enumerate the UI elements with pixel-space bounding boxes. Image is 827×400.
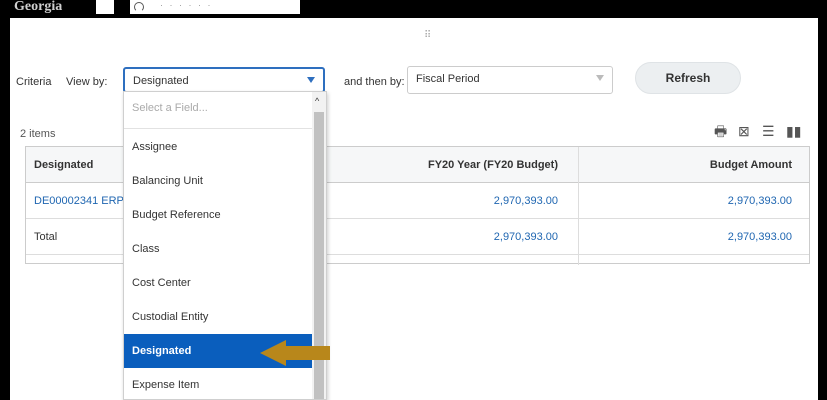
brand-separator — [96, 0, 114, 14]
row-designated-link[interactable]: DE00002341 ERP — [34, 183, 124, 219]
grid-toolbar: 🖶 ⊠ ☰ ▮▮ — [706, 122, 810, 140]
search-placeholder-fragment: · · · · · · — [160, 0, 213, 10]
column-divider — [578, 147, 579, 265]
dropdown-option-custodial-entity[interactable]: Custodial Entity — [124, 300, 312, 334]
total-fy20-value[interactable]: 2,970,393.00 — [426, 219, 558, 255]
annotation-arrow-icon — [260, 340, 332, 366]
column-header-designated[interactable]: Designated — [34, 147, 93, 183]
arrow-shaft — [284, 346, 330, 360]
view-by-label: View by: — [66, 76, 108, 88]
chart-icon[interactable]: ▮▮ — [786, 122, 801, 140]
drag-handle-icon[interactable]: ⠿ — [424, 30, 432, 41]
then-by-value: Fiscal Period — [416, 73, 480, 85]
row-fy20-value[interactable]: 2,970,393.00 — [426, 183, 558, 219]
total-label: Total — [34, 231, 58, 243]
global-search-input[interactable]: · · · · · · — [130, 0, 300, 14]
column-header-fy20[interactable]: FY20 Year (FY20 Budget) — [426, 147, 558, 183]
dropdown-option-budget-reference[interactable]: Budget Reference — [124, 198, 312, 232]
chevron-down-icon — [596, 75, 604, 81]
column-header-budget-amount[interactable]: Budget Amount — [666, 147, 792, 183]
then-by-label: and then by: — [344, 76, 405, 88]
search-icon — [134, 2, 144, 12]
arrow-head — [260, 340, 286, 366]
field-search-input[interactable]: Select a Field... — [132, 102, 208, 114]
then-by-select[interactable]: Fiscal Period — [407, 66, 613, 94]
total-budget-value[interactable]: 2,970,393.00 — [666, 219, 792, 255]
chevron-up-icon[interactable]: ^ — [315, 96, 319, 106]
dropdown-option-balancing-unit[interactable]: Balancing Unit — [124, 164, 312, 198]
chevron-down-icon — [307, 77, 315, 83]
dropdown-option-cost-center[interactable]: Cost Center — [124, 266, 312, 300]
divider — [124, 128, 312, 129]
dropdown-option-class[interactable]: Class — [124, 232, 312, 266]
row-budget-value[interactable]: 2,970,393.00 — [666, 183, 792, 219]
dropdown-option-expense-item[interactable]: Expense Item — [124, 368, 312, 399]
dropdown-option-assignee[interactable]: Assignee — [124, 130, 312, 164]
criteria-label: Criteria — [16, 76, 52, 88]
refresh-button[interactable]: Refresh — [635, 62, 741, 94]
filter-icon[interactable]: ☰ — [762, 122, 775, 140]
view-by-value: Designated — [133, 75, 189, 87]
report-panel: ⠿ Criteria View by: Designated and then … — [10, 18, 818, 400]
print-icon[interactable]: 🖶 — [714, 122, 727, 140]
items-count: 2 items — [20, 128, 56, 140]
view-by-select[interactable]: Designated — [123, 67, 325, 93]
brand-logo: Georgia — [14, 0, 63, 14]
top-bar: Georgia · · · · · · — [0, 0, 827, 18]
export-excel-icon[interactable]: ⊠ — [738, 122, 750, 140]
